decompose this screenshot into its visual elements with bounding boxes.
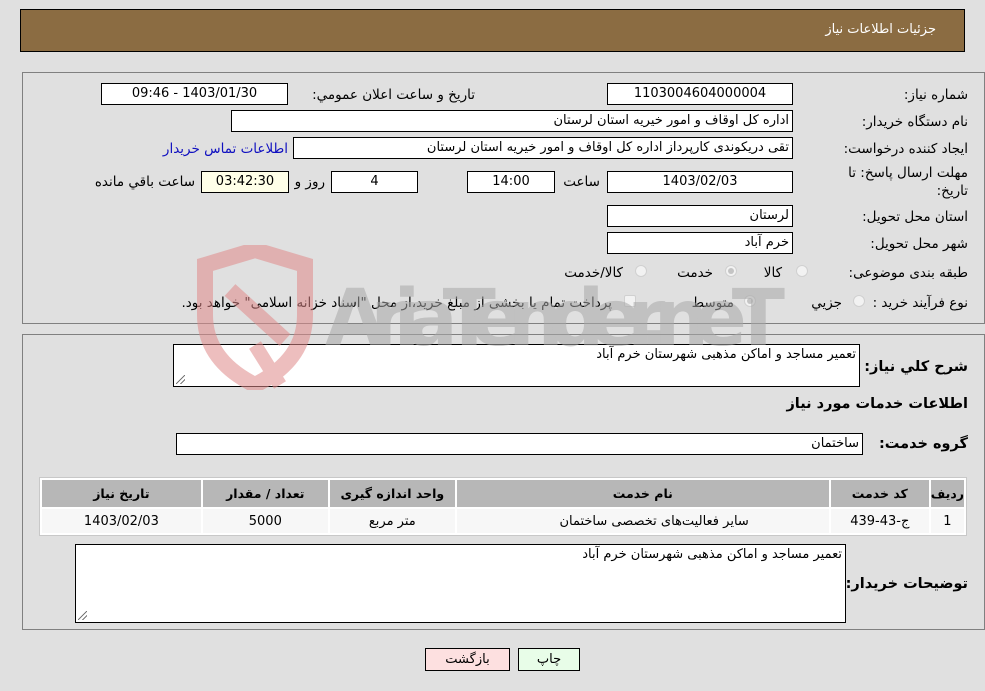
days-label: روز و [294, 174, 325, 190]
deadline-date-field[interactable]: 1403/02/03 [607, 171, 793, 193]
announce-datetime-field[interactable]: 1403/01/30 - 09:46 [101, 83, 288, 105]
col-quantity: تعداد / مقدار [202, 480, 328, 507]
buyer-contact-link[interactable]: اطلاعات تماس خریدار [163, 141, 288, 157]
need-number-label: شماره نیاز: [903, 87, 968, 103]
cell-service-code: ج-43-439 [830, 509, 929, 533]
province-field[interactable]: لرستان [607, 205, 793, 227]
services-table: رديف کد خدمت نام خدمت واحد اندازه گيری ت… [39, 477, 967, 536]
resize-grip-icon[interactable] [78, 611, 87, 620]
treasury-checkbox-label: پرداخت تمام يا بخشی از مبلغ خرید،از محل … [181, 295, 612, 311]
cell-quantity: 5000 [202, 509, 328, 533]
city-label: شهر محل تحویل: [870, 236, 968, 252]
col-row-number: رديف [930, 480, 964, 507]
services-heading: اطلاعات خدمات مورد نياز [786, 396, 968, 412]
category-label: طبقه بندی موضوعی: [848, 265, 968, 281]
days-remaining-field[interactable]: 4 [331, 171, 418, 193]
time-remaining-label: ساعت باقي مانده [94, 174, 195, 190]
purchase-option-medium: متوسط [691, 295, 734, 311]
category-option-goods-service: کالا/خدمت [564, 265, 623, 281]
buyer-org-label: نام دستگاه خریدار: [861, 114, 968, 130]
deadline-time-field[interactable]: 14:00 [467, 171, 555, 193]
deadline-label-line1: مهلت ارسال پاسخ: تا [848, 165, 968, 181]
purchase-option-minor: جزيي [811, 295, 842, 311]
category-radio-goods-service[interactable] [635, 265, 647, 277]
category-option-service: خدمت [677, 265, 713, 281]
cell-need-date: 1403/02/03 [42, 509, 201, 533]
category-radio-service[interactable] [725, 265, 737, 277]
col-unit: واحد اندازه گيری [329, 480, 455, 507]
category-option-goods: کالا [763, 265, 782, 281]
time-remaining-field[interactable]: 03:42:30 [201, 171, 289, 193]
cell-row-number: 1 [930, 509, 964, 533]
announce-datetime-label: تاریخ و ساعت اعلان عمومي: [312, 87, 475, 103]
deadline-time-label: ساعت [563, 174, 600, 190]
buyer-notes-text: تعمیر مساجد و اماکن مذهبی شهرستان خرم آب… [582, 547, 842, 562]
buyer-notes-label: توضيحات خريدار: [845, 576, 968, 592]
summary-text: تعمیر مساجد و اماکن مذهبی شهرستان خرم آب… [596, 347, 856, 362]
province-label: استان محل تحویل: [862, 209, 968, 225]
requester-field[interactable]: تقی دریکوندی کارپرداز اداره کل اوقاف و ا… [293, 137, 793, 159]
purchase-radio-medium[interactable] [744, 295, 756, 307]
category-radio-goods[interactable] [796, 265, 808, 277]
summary-label: شرح كلي نياز: [864, 359, 968, 375]
treasury-checkbox[interactable] [624, 295, 636, 307]
page-header: جزئیات اطلاعات نیاز [20, 9, 965, 52]
services-table-header: رديف کد خدمت نام خدمت واحد اندازه گيری ت… [42, 480, 964, 507]
summary-textarea[interactable]: تعمیر مساجد و اماکن مذهبی شهرستان خرم آب… [173, 344, 860, 387]
purchase-radio-minor[interactable] [853, 295, 865, 307]
resize-grip-icon[interactable] [176, 375, 185, 384]
back-button[interactable]: بازگشت [425, 648, 510, 671]
requester-label: ایجاد کننده درخواست: [843, 141, 968, 157]
need-number-field[interactable]: 1103004604000004 [607, 83, 793, 105]
purchase-type-label: نوع فرآیند خرید : [872, 295, 968, 311]
cell-unit: متر مربع [329, 509, 455, 533]
cell-service-name: سایر فعالیت‌های تخصصی ساختمان [456, 509, 829, 533]
buyer-org-field[interactable]: اداره کل اوقاف و امور خيريه استان لرستان [231, 110, 793, 132]
deadline-label-line2: تاریخ: [936, 183, 968, 199]
print-button[interactable]: چاپ [518, 648, 580, 671]
col-need-date: تاریخ نیاز [42, 480, 201, 507]
page-title: جزئیات اطلاعات نیاز [825, 22, 936, 37]
col-service-code: کد خدمت [830, 480, 929, 507]
service-group-field[interactable]: ساختمان [176, 433, 863, 455]
buyer-notes-textarea[interactable]: تعمیر مساجد و اماکن مذهبی شهرستان خرم آب… [75, 544, 846, 623]
service-group-label: گروه خدمت: [878, 436, 968, 452]
table-row: 1 ج-43-439 سایر فعالیت‌های تخصصی ساختمان… [42, 509, 964, 533]
col-service-name: نام خدمت [456, 480, 829, 507]
city-field[interactable]: خرم آباد [607, 232, 793, 254]
